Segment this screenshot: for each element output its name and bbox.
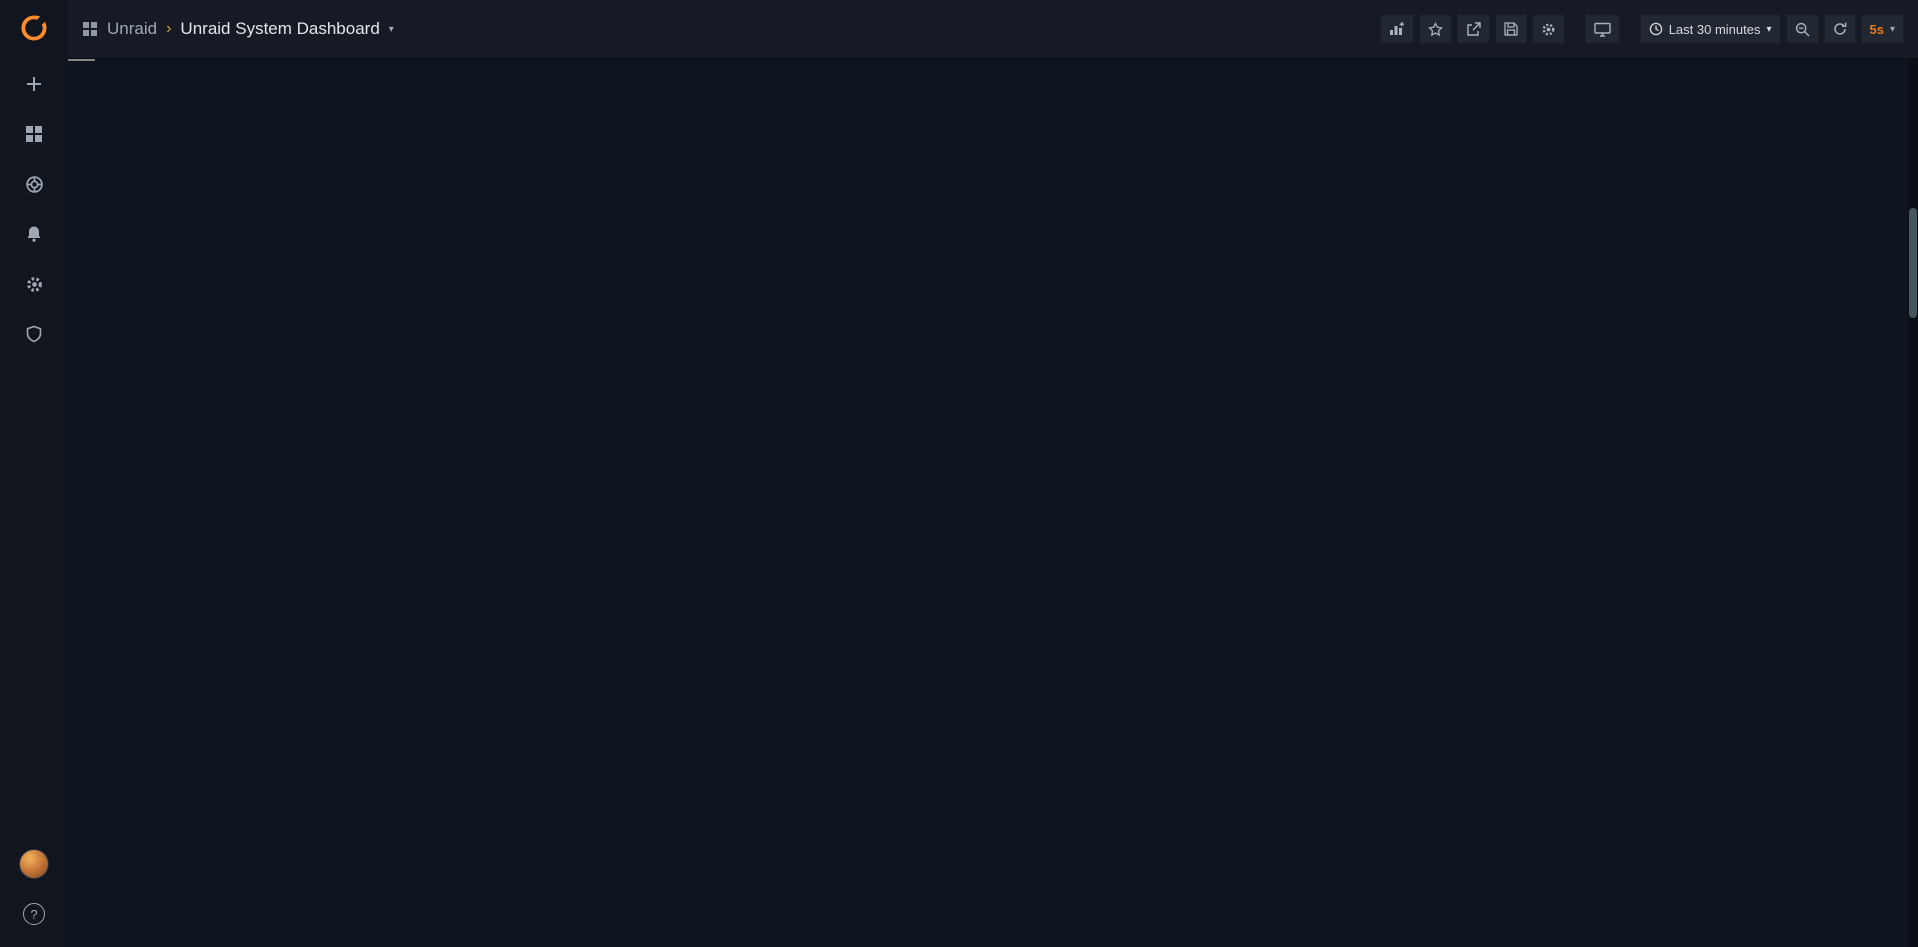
refresh-interval-picker[interactable]: 5s ▾	[1861, 14, 1905, 44]
dashboard: kWh Price 0.65 ▾ Currency kr ▾ UPS Max O…	[68, 58, 95, 61]
grafana-logo-icon[interactable]	[19, 13, 49, 43]
gear-icon	[25, 275, 44, 294]
explore-icon	[25, 175, 44, 194]
breadcrumb-folder[interactable]: Unraid	[107, 19, 157, 39]
dashboards-icon	[25, 125, 43, 143]
breadcrumb: Unraid › Unraid System Dashboard ▾	[82, 19, 394, 39]
star-icon	[1428, 22, 1443, 37]
chevron-down-icon: ▾	[1766, 24, 1771, 35]
page-scrollbar[interactable]	[1908, 58, 1918, 947]
apps-grid-icon[interactable]	[82, 21, 98, 37]
refresh-icon	[1833, 22, 1847, 36]
add-panel-button[interactable]	[1380, 14, 1414, 44]
sidebar-item-help[interactable]: ?	[0, 889, 68, 939]
refresh-interval-label: 5s	[1870, 22, 1884, 37]
scrollbar-thumb[interactable]	[1909, 208, 1917, 318]
nav-actions: Last 30 minutes ▾ 5s ▾	[1380, 14, 1904, 44]
bell-icon	[25, 225, 43, 243]
star-button[interactable]	[1419, 14, 1452, 44]
zoom-out-icon	[1795, 22, 1810, 37]
sidebar-item-dashboards[interactable]	[0, 109, 68, 159]
chevron-down-icon: ▾	[1890, 24, 1895, 35]
plus-icon	[25, 75, 43, 93]
breadcrumb-page[interactable]: Unraid System Dashboard	[180, 19, 379, 39]
zoom-out-button[interactable]	[1786, 14, 1819, 44]
save-button[interactable]	[1495, 14, 1527, 44]
shield-icon	[25, 325, 43, 343]
cycle-view-button[interactable]	[1585, 14, 1620, 44]
sidebar-item-explore[interactable]	[0, 159, 68, 209]
clock-icon	[1649, 22, 1663, 36]
sidebar-item-alerting[interactable]	[0, 209, 68, 259]
time-range-picker[interactable]: Last 30 minutes ▾	[1640, 14, 1781, 44]
chevron-down-icon[interactable]: ▾	[389, 24, 394, 35]
sidebar-item-profile[interactable]	[0, 839, 68, 889]
monitor-icon	[1594, 22, 1611, 37]
gear-icon	[1541, 22, 1556, 37]
avatar[interactable]	[19, 849, 49, 879]
save-icon	[1504, 22, 1518, 36]
share-icon	[1466, 22, 1481, 37]
help-icon: ?	[23, 903, 45, 925]
sidebar: ?	[0, 0, 68, 947]
sidebar-item-server-admin[interactable]	[0, 309, 68, 359]
time-range-label: Last 30 minutes	[1669, 22, 1761, 37]
sidebar-item-configuration[interactable]	[0, 259, 68, 309]
breadcrumb-separator-icon: ›	[166, 20, 171, 38]
refresh-button[interactable]	[1824, 14, 1856, 44]
top-navbar: Unraid › Unraid System Dashboard ▾ Last …	[68, 0, 1918, 58]
sidebar-item-create[interactable]	[0, 59, 68, 109]
dashboard-settings-button[interactable]	[1532, 14, 1565, 44]
share-button[interactable]	[1457, 14, 1490, 44]
add-panel-icon	[1389, 22, 1405, 36]
